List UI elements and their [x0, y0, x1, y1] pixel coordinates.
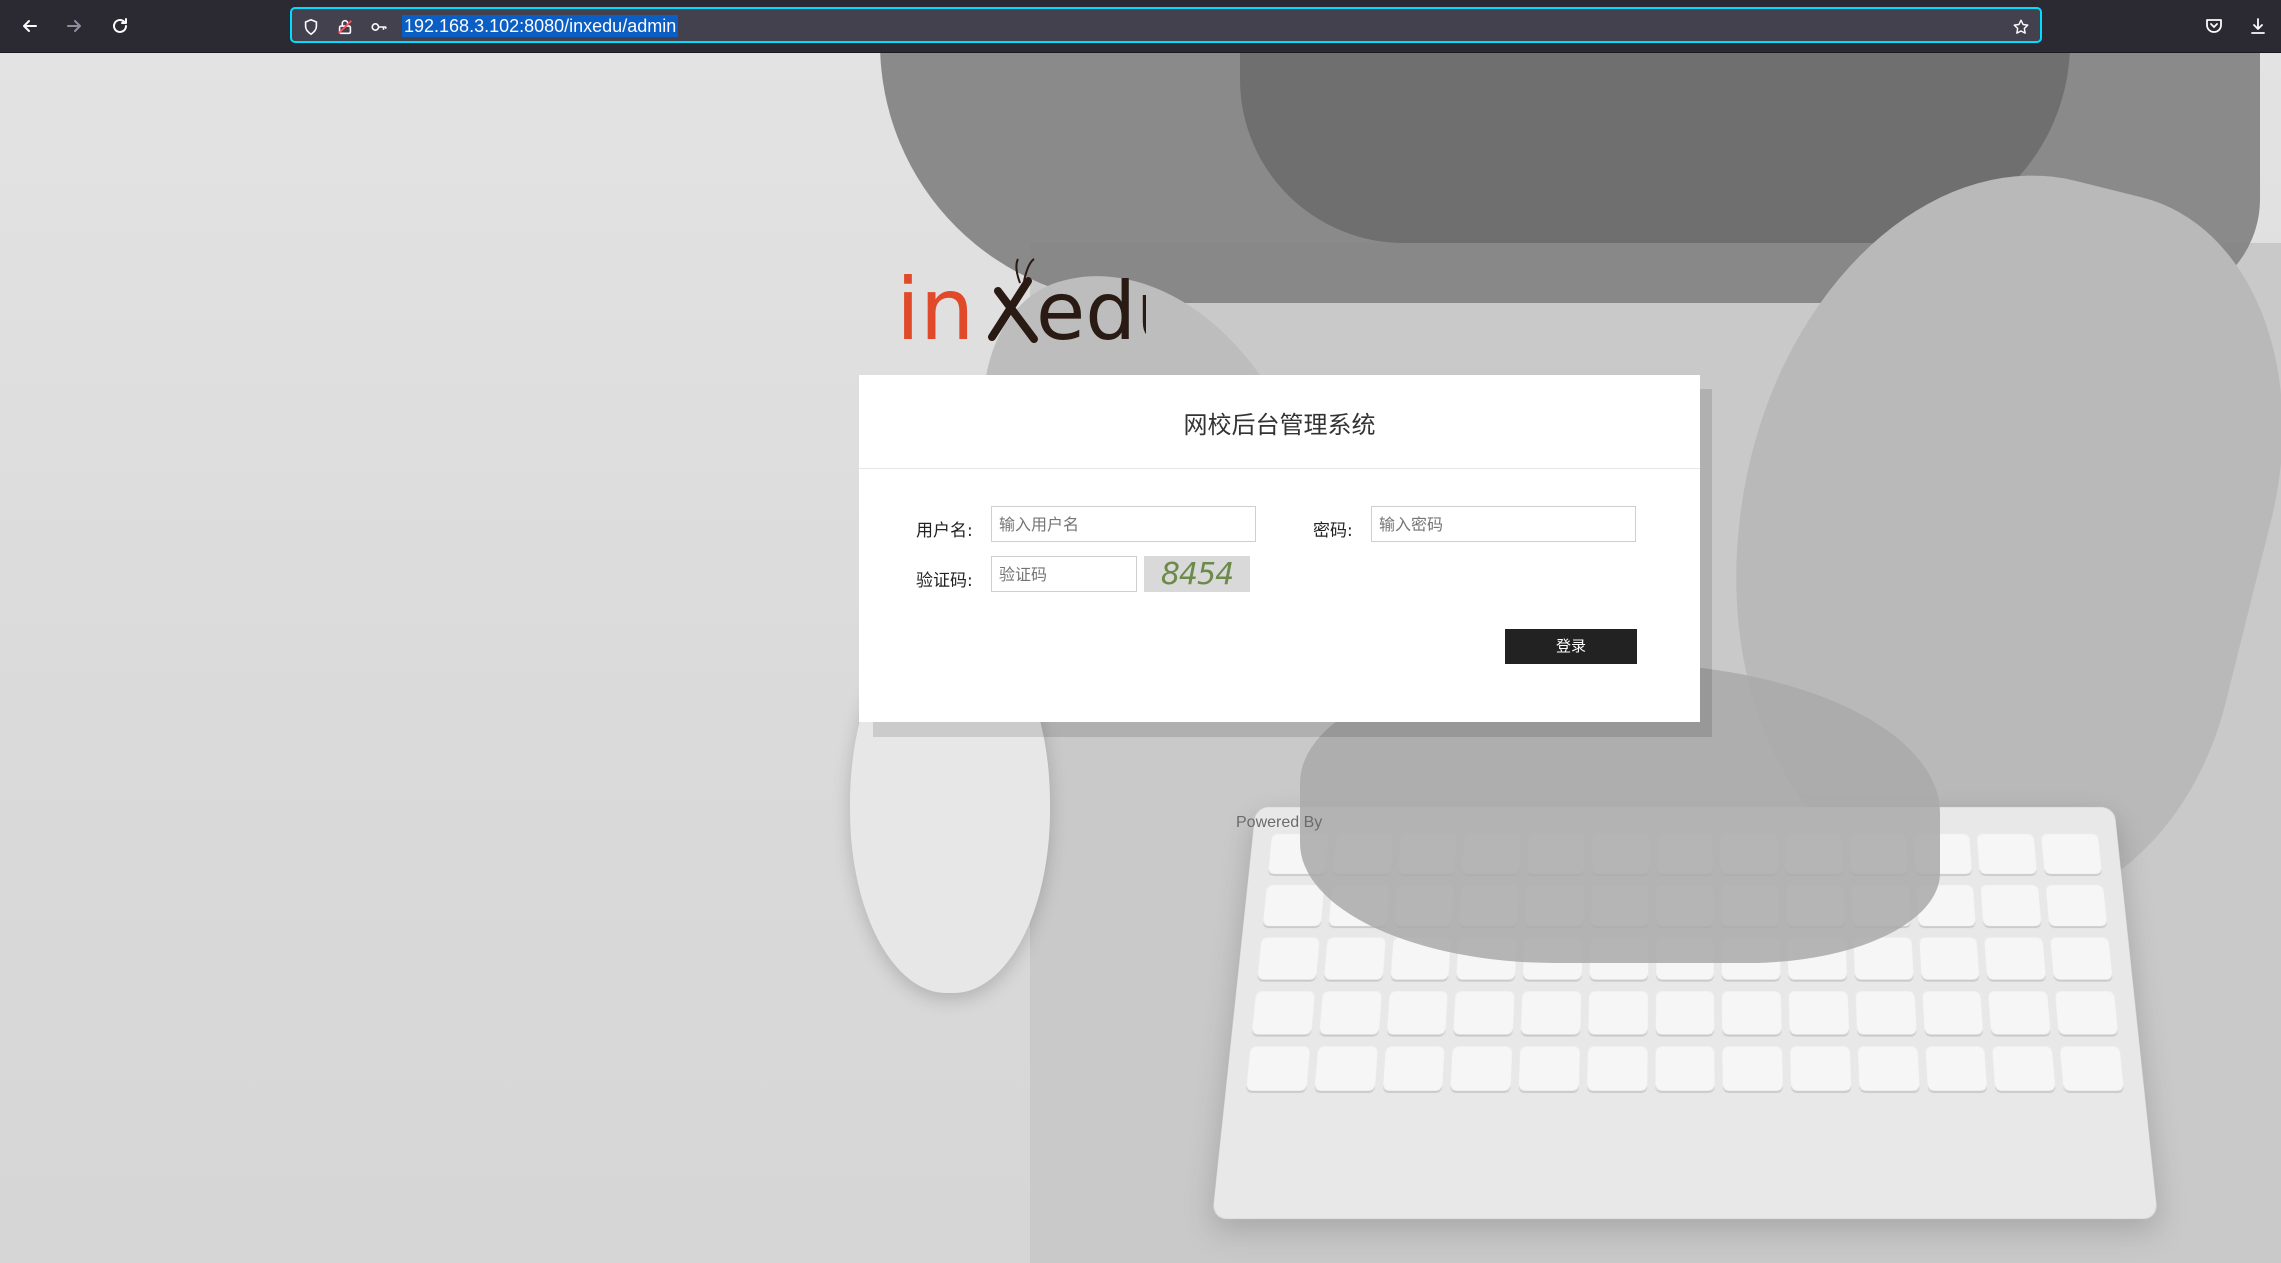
svg-text:edu: edu	[1036, 265, 1146, 353]
username-label: 用户名:	[916, 521, 973, 541]
panel-divider	[859, 468, 1700, 469]
login-title: 网校后台管理系统	[1183, 411, 1376, 439]
powered-by-text: Powered By	[1236, 814, 1323, 831]
back-arrow-icon[interactable]	[14, 10, 46, 42]
captcha-input[interactable]	[991, 556, 1137, 592]
browser-toolbar: 192.168.3.102:8080/inxedu/admin	[0, 0, 2281, 53]
lock-slash-icon[interactable]	[334, 16, 356, 38]
login-panel: 网校后台管理系统 用户名: 密码: 验证码: 8454 登录	[859, 375, 1700, 722]
star-icon[interactable]	[2010, 16, 2032, 38]
forward-arrow-icon[interactable]	[58, 10, 90, 42]
login-button[interactable]: 登录	[1505, 629, 1637, 664]
page-content: in edu 网校后台管理系统 用户名: 密码: 验证码: 8454 登录 Po…	[0, 53, 2281, 1263]
captcha-image[interactable]: 8454	[1144, 556, 1250, 592]
key-icon[interactable]	[368, 16, 390, 38]
shield-icon[interactable]	[300, 16, 322, 38]
password-label: 密码:	[1313, 521, 1353, 541]
captcha-label: 验证码:	[916, 571, 973, 591]
pocket-icon[interactable]	[2198, 10, 2230, 42]
username-input[interactable]	[991, 506, 1256, 542]
svg-text:in: in	[896, 260, 974, 353]
address-bar[interactable]: 192.168.3.102:8080/inxedu/admin	[290, 7, 2042, 43]
inxedu-logo: in edu	[896, 258, 1146, 353]
download-icon[interactable]	[2242, 10, 2274, 42]
password-input[interactable]	[1371, 506, 1636, 542]
url-text[interactable]: 192.168.3.102:8080/inxedu/admin	[402, 15, 679, 37]
reload-icon[interactable]	[104, 10, 136, 42]
